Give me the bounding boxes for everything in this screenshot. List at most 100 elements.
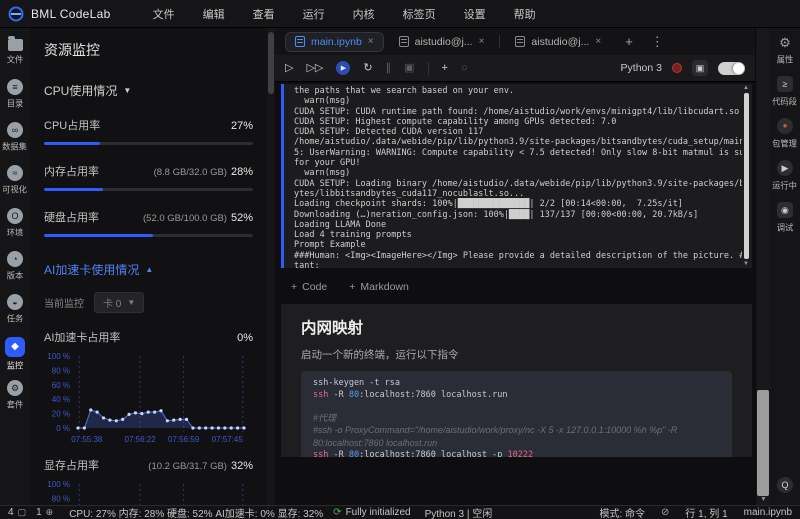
sidebar-item-label: 数据集 bbox=[2, 142, 28, 152]
sidebar-item-environment[interactable]: O 环境 bbox=[0, 208, 30, 251]
markdown-cell[interactable]: 内网映射 启动一个新的终端，运行以下指令 ssh-keygen -t rsa ss… bbox=[281, 304, 752, 457]
run-all-icon[interactable]: ▷▷ bbox=[306, 62, 323, 74]
tab-separator bbox=[499, 35, 501, 48]
tab-overflow-menu[interactable]: ⋮ bbox=[642, 34, 673, 50]
scrollbar-thumb[interactable] bbox=[744, 93, 749, 259]
kernel-name[interactable]: Python 3 bbox=[621, 62, 662, 74]
gauge-label: AI加速卡占用率 bbox=[44, 332, 121, 344]
output-line: /home/aistudio/.data/webide/pip/lib/pyth… bbox=[294, 137, 742, 148]
scroll-down-icon[interactable]: ▼ bbox=[743, 261, 749, 267]
tasks-icon: ◒ bbox=[7, 294, 23, 310]
sidebar-item-kit[interactable]: ⚙ 套件 bbox=[0, 380, 30, 423]
add-code-cell-button[interactable]: + Code bbox=[291, 281, 327, 293]
accel-section-header[interactable]: AI加速卡使用情况 ▲ bbox=[44, 261, 253, 278]
right-rail-item-snippets[interactable]: ≥ 代码段 bbox=[771, 76, 798, 108]
mode-toggle[interactable] bbox=[718, 61, 745, 75]
accel-usage-row: AI加速卡占用率 0% bbox=[44, 329, 253, 345]
menu-item-5[interactable]: 标签页 bbox=[389, 6, 450, 22]
kernel-status[interactable]: Python 3 | 空闲 bbox=[425, 505, 493, 519]
right-rail-item-properties-gears[interactable]: ⚙ 属性 bbox=[776, 34, 794, 66]
sidebar-item-monitor[interactable]: ◆ 监控 bbox=[0, 337, 30, 380]
terminals-count[interactable]: 4 ▢ bbox=[8, 507, 26, 518]
code-line: #代理 bbox=[313, 413, 720, 426]
code-line: #ssh -o ProxyCommand="/home/aistudio/wor… bbox=[313, 425, 720, 450]
gauge-detail: (52.0 GB/100.0 GB) bbox=[143, 213, 227, 224]
right-rail-item-debug[interactable]: ◉ 调试 bbox=[776, 202, 794, 234]
main-region: 文件 ≡ 目录 ∞ 数据集 ≈ 可视化 O 环境 ◔ 版本 ◒ 任务 ◆ 监控 ⚙ 套件 资源监控 CPU使用情… bbox=[0, 28, 800, 505]
scroll-up-icon[interactable]: ▲ bbox=[743, 85, 749, 91]
running-icon-glyph: ▶ bbox=[781, 162, 789, 173]
add-cell-icon[interactable]: + bbox=[442, 62, 448, 74]
sidebar-item-visualization[interactable]: ≈ 可视化 bbox=[0, 165, 30, 208]
svg-text:07:56:59: 07:56:59 bbox=[168, 435, 200, 444]
tab-aistudioj...[interactable]: aistudio@j... × bbox=[390, 33, 494, 51]
gauge-percent: 32% bbox=[230, 460, 253, 472]
restart-run-icon[interactable]: ▶ bbox=[336, 61, 351, 75]
menu-item-1[interactable]: 编辑 bbox=[189, 6, 239, 22]
debug-icon: ◉ bbox=[776, 202, 793, 218]
close-icon[interactable]: × bbox=[479, 36, 485, 47]
debug-icon-glyph: ◉ bbox=[781, 204, 789, 215]
gauge-label: CPU占用率 bbox=[44, 120, 101, 132]
code-segment: :localhost:7860 localhost -p bbox=[359, 450, 508, 457]
menu-item-2[interactable]: 查看 bbox=[239, 6, 289, 22]
add-markdown-cell-button[interactable]: + Markdown bbox=[349, 281, 409, 293]
scrollbar-thumb[interactable] bbox=[757, 390, 769, 496]
sidebar-item-dataset[interactable]: ∞ 数据集 bbox=[0, 122, 30, 165]
output-line: warn(msg) bbox=[294, 96, 351, 107]
gauge-percent: 52% bbox=[230, 212, 253, 224]
tab-main.ipynb[interactable]: main.ipynb × bbox=[285, 31, 384, 52]
menu-item-0[interactable]: 文件 bbox=[139, 6, 189, 22]
cell-scrollbar[interactable]: ▲ ▼ bbox=[742, 84, 752, 268]
scrollbar-thumb[interactable] bbox=[268, 32, 274, 94]
menu-item-6[interactable]: 设置 bbox=[450, 6, 500, 22]
pause-icon[interactable]: ∥ bbox=[386, 62, 392, 74]
menubar: BML CodeLab 文件 编辑 查看 运行 内核 标签页 设置 帮助 bbox=[0, 0, 800, 28]
menu-item-4[interactable]: 内核 bbox=[339, 6, 389, 22]
output-line: CUDA SETUP: Loading binary /home/aistudi… bbox=[294, 178, 742, 189]
run-icon[interactable]: ▷ bbox=[285, 62, 293, 74]
menu-item-7[interactable]: 帮助 bbox=[500, 6, 550, 22]
init-status[interactable]: ⟳ Fully initialized bbox=[333, 507, 410, 518]
resource-monitor-panel: 资源监控 CPU使用情况 ▼ CPU占用率 27% 内存占用率 (8.8 GB/… bbox=[30, 28, 267, 505]
main-scrollbar[interactable]: ▼ bbox=[755, 28, 770, 505]
output-line: CUDA SETUP: Highest compute capability a… bbox=[294, 116, 617, 127]
cpu-section-header[interactable]: CPU使用情况 ▼ bbox=[44, 82, 253, 99]
new-tab-button[interactable]: + bbox=[616, 34, 642, 49]
sidebar-item-tasks[interactable]: ◒ 任务 bbox=[0, 294, 30, 337]
right-rail-item-packages[interactable]: ● 包管理 bbox=[771, 118, 798, 150]
kernels-count[interactable]: 1 ⊕ bbox=[36, 507, 53, 518]
help-icon[interactable]: Q bbox=[777, 477, 793, 493]
sidebar-item-files[interactable]: 文件 bbox=[0, 36, 30, 79]
code-line: ssh-keygen -t rsa bbox=[313, 378, 720, 390]
edit-mode[interactable]: 模式: 命令 bbox=[599, 505, 645, 519]
code-line: ssh -R 80:localhost:7860 localhost.run bbox=[313, 390, 720, 402]
close-icon[interactable]: × bbox=[368, 36, 374, 47]
right-activity-rail: ⚙ 属性 ≥ 代码段 ● 包管理 ▶ 运行中 ◉ 调试 Q bbox=[770, 28, 800, 505]
sidebar-item-toc[interactable]: ≡ 目录 bbox=[0, 79, 30, 122]
running-icon: ▶ bbox=[776, 160, 793, 176]
output-cell[interactable]: the paths that we search based on your e… bbox=[281, 84, 752, 268]
packages-icon: ● bbox=[776, 118, 793, 134]
grid-icon[interactable]: ▣ bbox=[692, 60, 708, 76]
gauge-detail: (10.2 GB/31.7 GB) bbox=[148, 461, 227, 472]
kernel-busy-indicator bbox=[672, 63, 682, 73]
refresh-icon[interactable]: ↻ bbox=[363, 62, 372, 74]
card-select-dropdown[interactable]: 卡 0 ▼ bbox=[94, 292, 145, 313]
tab-label: aistudio@j... bbox=[531, 35, 590, 48]
right-rail-item-running[interactable]: ▶ 运行中 bbox=[771, 160, 798, 192]
busy-indicator-icon[interactable]: ○ bbox=[461, 62, 468, 74]
panel-scrollbar[interactable] bbox=[267, 28, 275, 505]
export-icon[interactable]: ▣ bbox=[404, 62, 414, 74]
close-icon[interactable]: × bbox=[595, 36, 601, 47]
sidebar-item-version[interactable]: ◔ 版本 bbox=[0, 251, 30, 294]
disk-gauge: 硬盘占用率 (52.0 GB/100.0 GB) 52% bbox=[44, 209, 253, 237]
scroll-down-icon[interactable]: ▼ bbox=[760, 496, 767, 503]
svg-text:100 %: 100 % bbox=[47, 480, 70, 489]
menu-item-3[interactable]: 运行 bbox=[289, 6, 339, 22]
notebook-content: the paths that we search based on your e… bbox=[275, 82, 755, 505]
tab-aistudioj...[interactable]: aistudio@j... × bbox=[506, 33, 610, 51]
notebook-icon bbox=[295, 36, 305, 47]
card-select-value: 卡 0 bbox=[103, 299, 122, 310]
cursor-position[interactable]: 行 1, 列 1 bbox=[685, 505, 727, 519]
